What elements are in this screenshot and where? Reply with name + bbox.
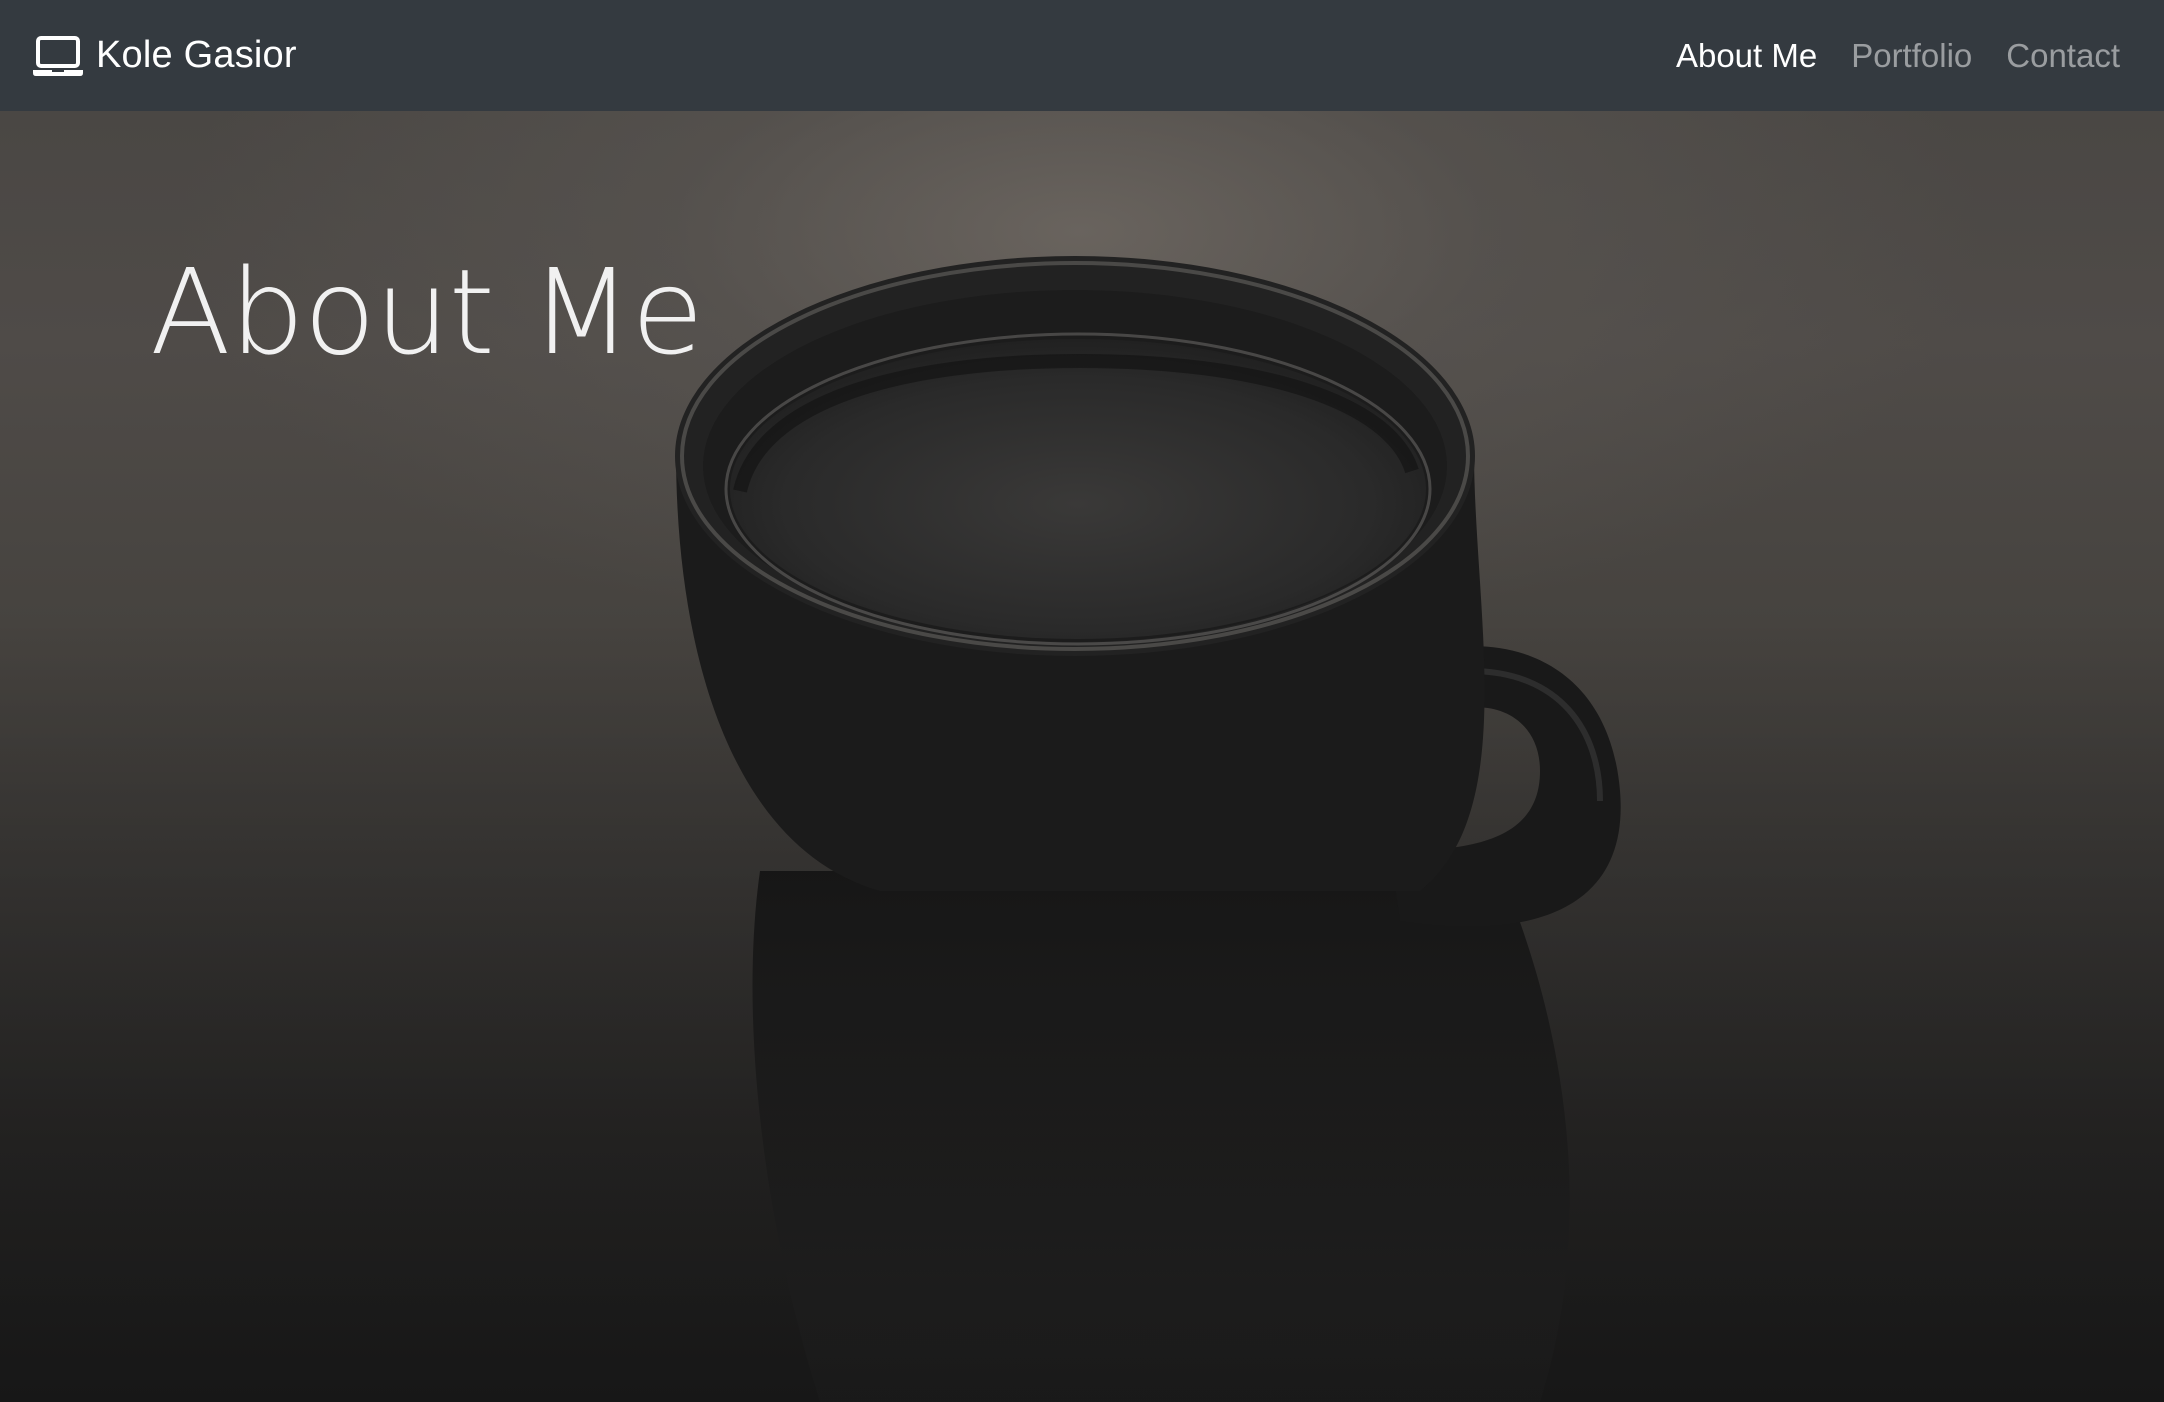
- nav-links: About Me Portfolio Contact: [1676, 37, 2120, 75]
- nav-link-contact[interactable]: Contact: [2006, 37, 2120, 75]
- nav-link-about-me[interactable]: About Me: [1676, 37, 1817, 75]
- brand-link[interactable]: Kole Gasior: [32, 34, 297, 78]
- top-navbar: Kole Gasior About Me Portfolio Contact: [0, 0, 2164, 111]
- laptop-icon: [32, 34, 84, 78]
- nav-link-portfolio[interactable]: Portfolio: [1851, 37, 1972, 75]
- page-title: About Me: [150, 243, 704, 381]
- page: Kole Gasior About Me Portfolio Contact A…: [0, 0, 2164, 1402]
- hero-section: About Me: [0, 111, 2164, 1402]
- brand-name: Kole Gasior: [96, 34, 297, 76]
